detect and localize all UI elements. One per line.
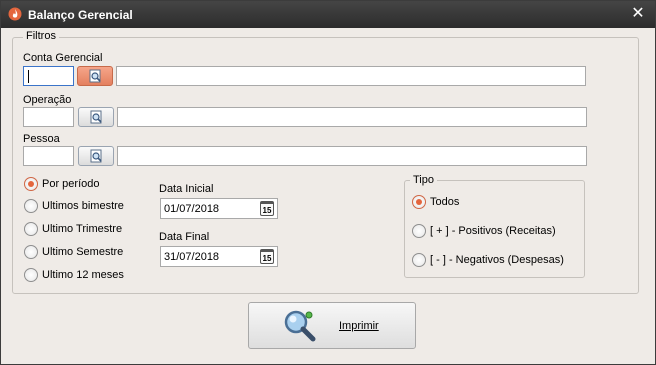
data-inicial-value: 01/07/2018 (164, 203, 220, 215)
radio-label: [ + ] - Positivos (Receitas) (430, 225, 556, 237)
pessoa-label: Pessoa (23, 133, 60, 145)
search-icon (90, 149, 102, 163)
radio-label: Ultimo Semestre (42, 246, 124, 258)
calendar-icon[interactable]: 15 (260, 249, 274, 264)
print-button-label: Imprimir (339, 320, 379, 332)
radio-button[interactable] (24, 245, 38, 259)
radio-button[interactable] (412, 195, 426, 209)
radio-button[interactable] (24, 177, 38, 191)
radio-button[interactable] (24, 222, 38, 236)
text-caret (28, 70, 29, 83)
window-title: Balanço Gerencial (28, 8, 133, 22)
tipo-legend: Tipo (410, 174, 437, 186)
radio-label: Ultimo 12 meses (42, 269, 124, 281)
operacao-code-input[interactable] (23, 107, 74, 127)
radio-button[interactable] (412, 253, 426, 267)
print-button[interactable]: Imprimir (248, 302, 416, 349)
radio-label: Ultimo Trimestre (42, 223, 123, 235)
conta-gerencial-description-input[interactable] (116, 66, 586, 86)
data-inicial-label: Data Inicial (159, 183, 214, 195)
search-icon (90, 110, 102, 124)
filters-legend: Filtros (23, 30, 59, 42)
radio-button[interactable] (24, 199, 38, 213)
calendar-icon[interactable]: 15 (260, 201, 274, 216)
pessoa-description-input[interactable] (117, 146, 587, 166)
data-final-label: Data Final (159, 231, 210, 243)
search-icon (89, 69, 101, 83)
balanco-gerencial-window: Balanço Gerencial ✕ Filtros Conta Gerenc… (0, 0, 656, 365)
pessoa-search-button[interactable] (78, 146, 114, 166)
flame-icon (8, 7, 22, 21)
radio-label: Todos (430, 196, 460, 208)
radio-label: Por período (42, 178, 100, 190)
data-inicial-input[interactable]: 01/07/2018 15 (160, 198, 278, 219)
conta-gerencial-label: Conta Gerencial (23, 52, 103, 64)
pessoa-code-input[interactable] (23, 146, 74, 166)
data-final-input[interactable]: 31/07/2018 15 (160, 246, 278, 267)
title-bar[interactable]: Balanço Gerencial ✕ (1, 1, 655, 28)
close-button[interactable]: ✕ (629, 5, 647, 23)
radio-button[interactable] (24, 268, 38, 282)
operacao-label: Operação (23, 94, 72, 106)
data-final-value: 31/07/2018 (164, 251, 220, 263)
conta-gerencial-code-input[interactable] (23, 66, 74, 86)
operacao-search-button[interactable] (78, 107, 114, 127)
operacao-description-input[interactable] (117, 107, 587, 127)
radio-label: [ - ] - Negativos (Despesas) (430, 254, 564, 266)
magnifier-print-icon (284, 310, 316, 342)
radio-label: Ultimos bimestre (42, 200, 124, 212)
radio-button[interactable] (412, 224, 426, 238)
close-icon: ✕ (631, 5, 645, 22)
conta-gerencial-search-button[interactable] (77, 66, 113, 86)
